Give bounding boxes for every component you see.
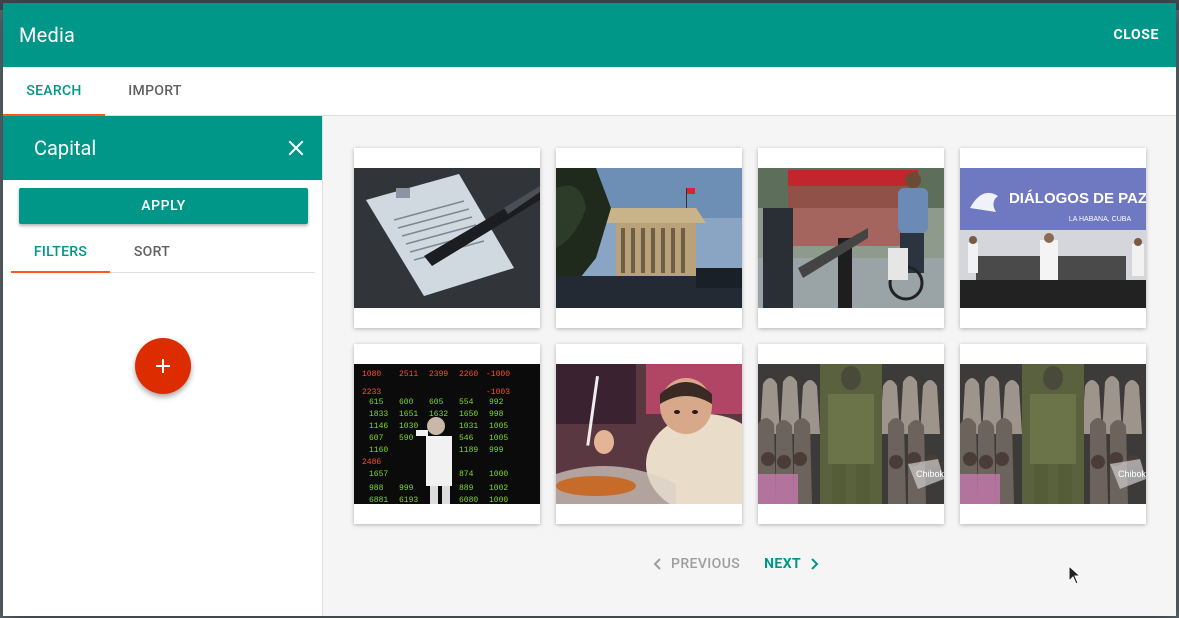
svg-text:1650: 1650 [459, 410, 478, 419]
sidebar-tabs: FILTERS SORT [11, 232, 315, 273]
svg-text:2260: 2260 [459, 370, 478, 379]
svg-text:6080: 6080 [459, 496, 478, 504]
chibok-label: Chibok [1118, 469, 1146, 479]
peace-dialogue-banner-photo: DIÁLOGOS DE PAZ LA HABANA, CUBA [960, 168, 1146, 308]
media-card[interactable] [556, 148, 742, 328]
previous-label: PREVIOUS [671, 556, 741, 572]
group-of-girls-photo-1: Chibok [758, 364, 944, 504]
svg-text:988: 988 [369, 484, 384, 493]
search-sidebar: Capital APPLY FILTERS SORT [3, 116, 323, 616]
sidebar-title: Capital [34, 136, 97, 160]
svg-text:600: 600 [399, 398, 414, 407]
group-of-girls-photo-2: Chibok [960, 364, 1146, 504]
svg-text:607: 607 [369, 434, 384, 443]
previous-button[interactable]: PREVIOUS [653, 556, 740, 572]
svg-text:-1003: -1003 [486, 388, 510, 397]
tab-filters[interactable]: FILTERS [11, 232, 110, 273]
media-card[interactable] [354, 148, 540, 328]
svg-text:1005: 1005 [489, 422, 508, 431]
media-card[interactable]: Chibok [960, 344, 1146, 524]
media-dialog: Media CLOSE SEARCH IMPORT Capital APPLY … [3, 3, 1176, 616]
svg-text:2511: 2511 [399, 370, 418, 379]
dialog-header: Media CLOSE [3, 3, 1176, 67]
next-label: NEXT [764, 556, 802, 572]
svg-text:605: 605 [429, 398, 444, 407]
media-card[interactable] [556, 344, 742, 524]
media-card[interactable] [758, 148, 944, 328]
svg-text:1080: 1080 [362, 370, 381, 379]
svg-text:1189: 1189 [459, 446, 478, 455]
svg-text:1160: 1160 [369, 446, 388, 455]
pagination: PREVIOUS NEXT [653, 552, 853, 576]
dialog-tabs: SEARCH IMPORT [3, 67, 1176, 116]
svg-text:992: 992 [489, 398, 504, 407]
svg-text:1031: 1031 [459, 422, 478, 431]
svg-text:1030: 1030 [399, 422, 418, 431]
dialog-title: Media [19, 23, 76, 47]
svg-text:6193: 6193 [399, 496, 418, 504]
svg-text:1005: 1005 [489, 434, 508, 443]
svg-text:554: 554 [459, 398, 474, 407]
media-card[interactable]: Chibok [758, 344, 944, 524]
svg-text:546: 546 [459, 434, 474, 443]
svg-text:2486: 2486 [362, 458, 381, 467]
svg-text:6881: 6881 [369, 496, 388, 504]
svg-text:1000: 1000 [489, 496, 508, 504]
svg-text:1657: 1657 [369, 470, 388, 479]
svg-text:998: 998 [489, 410, 504, 419]
svg-text:2399: 2399 [429, 370, 448, 379]
tab-search[interactable]: SEARCH [3, 67, 105, 116]
chevron-left-icon [653, 558, 661, 570]
cyclist-street-photo [758, 168, 944, 308]
svg-text:-1000: -1000 [486, 370, 510, 379]
svg-text:874: 874 [459, 470, 474, 479]
media-results: DIÁLOGOS DE PAZ LA HABANA, CUBA 1080 251… [323, 116, 1176, 616]
svg-text:1002: 1002 [489, 484, 508, 493]
banner-subtitle: LA HABANA, CUBA [1069, 216, 1132, 223]
dialog-content: Capital APPLY FILTERS SORT DIÁLOGOS DE P… [3, 116, 1176, 616]
apply-button[interactable]: APPLY [19, 188, 308, 224]
add-filter-button[interactable] [135, 338, 191, 394]
tab-import[interactable]: IMPORT [105, 67, 205, 115]
svg-text:999: 999 [489, 446, 504, 455]
banner-title: DIÁLOGOS DE PAZ [1009, 190, 1146, 207]
svg-text:615: 615 [369, 398, 384, 407]
chibok-label: Chibok [916, 469, 944, 479]
svg-text:1833: 1833 [369, 410, 388, 419]
close-icon[interactable] [286, 138, 306, 158]
svg-text:2233: 2233 [362, 388, 381, 397]
government-building-photo [556, 168, 742, 308]
child-eating-photo [556, 364, 742, 504]
next-button[interactable]: NEXT [764, 556, 819, 572]
chevron-right-icon [811, 558, 819, 570]
svg-text:1651: 1651 [399, 410, 418, 419]
svg-text:1000: 1000 [489, 470, 508, 479]
stock-ticker-board-photo: 1080 2511 2399 2260 -1000 2233 -1003 615 600 60… [354, 364, 540, 504]
document-paper-photo [354, 168, 540, 308]
tab-sort[interactable]: SORT [110, 232, 194, 272]
plus-icon [156, 359, 170, 373]
sidebar-header: Capital [3, 116, 322, 180]
media-grid: DIÁLOGOS DE PAZ LA HABANA, CUBA 1080 251… [354, 148, 1146, 524]
media-card[interactable]: DIÁLOGOS DE PAZ LA HABANA, CUBA [960, 148, 1146, 328]
svg-text:999: 999 [399, 484, 414, 493]
svg-text:590: 590 [399, 434, 414, 443]
close-button[interactable]: CLOSE [1114, 21, 1159, 49]
media-card[interactable]: 1080 2511 2399 2260 -1000 2233 -1003 615 600 60… [354, 344, 540, 524]
svg-text:889: 889 [459, 484, 474, 493]
svg-text:1146: 1146 [369, 422, 388, 431]
